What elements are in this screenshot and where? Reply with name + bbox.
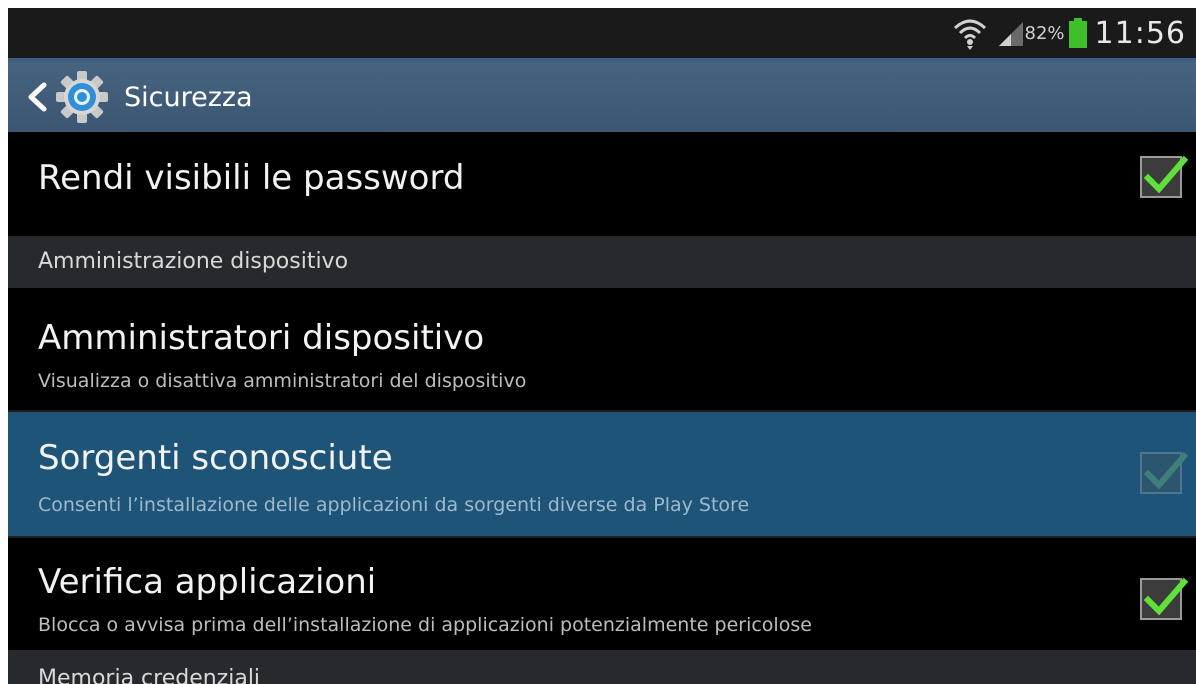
android-screen: 82% 11:56 Sicurezza Rendi visibili le pa… (8, 8, 1196, 684)
clock: 11:56 (1094, 15, 1186, 51)
list-item-title: Sorgenti sconosciute (38, 438, 393, 478)
check-icon (1143, 577, 1188, 616)
show-passwords-checkbox[interactable] (1140, 155, 1188, 198)
unknown-sources-checkbox[interactable] (1140, 451, 1188, 494)
page-title: Sicurezza (124, 81, 253, 113)
battery-percent: 82% (1024, 22, 1065, 44)
battery-icon (1068, 18, 1087, 48)
action-bar: Sicurezza (8, 62, 1196, 132)
wifi-icon (953, 19, 986, 50)
check-icon (1143, 451, 1188, 490)
settings-gear-icon[interactable] (54, 69, 110, 125)
section-header-credentials: Memoria credenziali (8, 650, 1196, 684)
verify-apps-checkbox[interactable] (1140, 577, 1188, 620)
status-indicators: 82% 11:56 (953, 10, 1186, 56)
section-header-label: Memoria credenziali (38, 666, 261, 684)
list-item-device-admins[interactable]: Amministratori dispositivo Visualizza o … (8, 290, 1196, 410)
list-item-subtitle: Blocca o avvisa prima dell’installazione… (38, 614, 812, 636)
list-item-subtitle: Visualizza o disattiva amministratori de… (38, 370, 527, 392)
signal-icon (998, 22, 1023, 46)
list-item-verify-apps[interactable]: Verifica applicazioni Blocca o avvisa pr… (8, 538, 1196, 650)
section-header-label: Amministrazione dispositivo (38, 249, 349, 274)
list-item-subtitle: Consenti l’installazione delle applicazi… (38, 494, 750, 516)
status-bar: 82% 11:56 (8, 8, 1196, 62)
list-item-unknown-sources[interactable]: Sorgenti sconosciute Consenti l’installa… (8, 412, 1196, 536)
section-header-device-admin: Amministrazione dispositivo (8, 236, 1196, 288)
check-icon (1143, 155, 1188, 194)
list-item-title: Verifica applicazioni (38, 562, 377, 602)
back-icon[interactable] (26, 82, 48, 112)
list-item-title: Amministratori dispositivo (38, 318, 485, 358)
list-item-show-passwords[interactable]: Rendi visibili le password (8, 132, 1196, 236)
list-item-title: Rendi visibili le password (38, 158, 465, 198)
